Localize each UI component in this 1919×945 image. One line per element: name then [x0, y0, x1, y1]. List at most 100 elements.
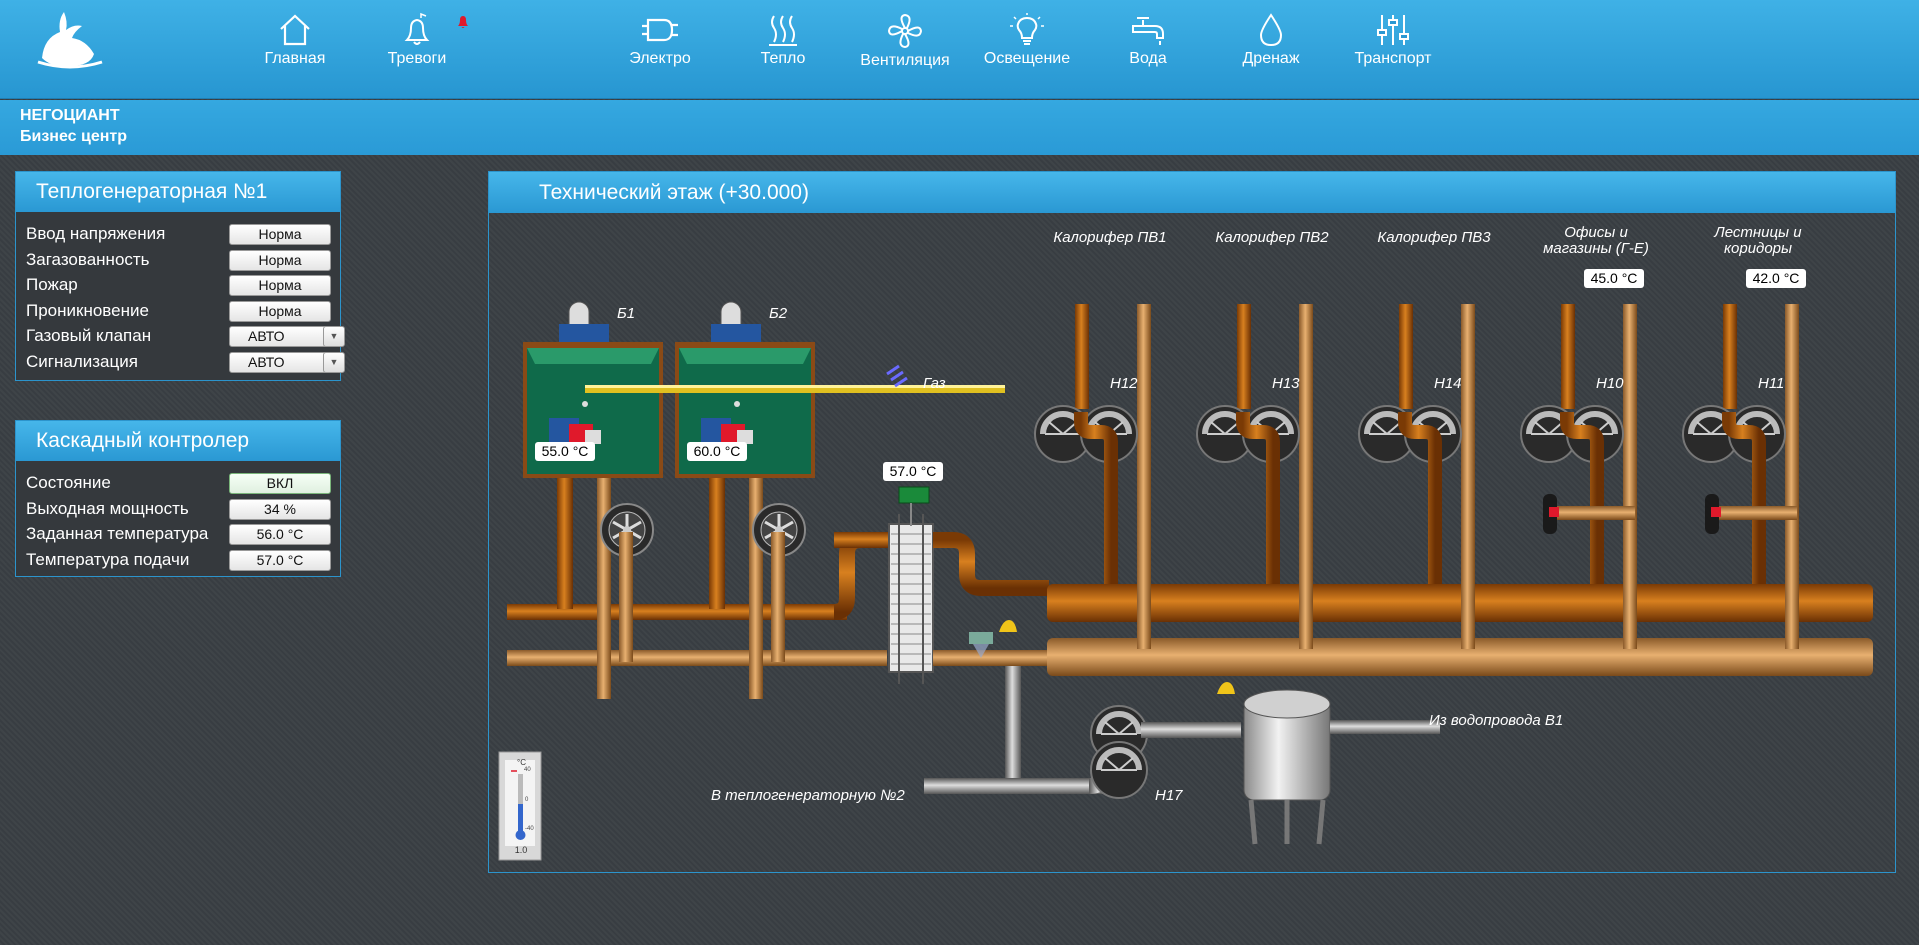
heat-icon — [769, 15, 797, 46]
plug-icon — [642, 18, 678, 42]
panel-title: Теплогенераторная №1 — [16, 172, 340, 212]
status-label: Выходная мощность — [26, 498, 189, 518]
nav-ventilation[interactable]: Вентиляция — [850, 10, 960, 80]
status-label: Проникновение — [26, 300, 149, 320]
status-row: Выходная мощность 34 % — [16, 496, 340, 522]
nav-electro[interactable]: Электро — [605, 10, 715, 80]
status-label: Сигнализация — [26, 351, 138, 371]
gas-valve-row: Газовый клапан АВТО ▼ — [16, 323, 345, 349]
status-value: Норма — [229, 224, 331, 245]
status-row: Температура подачи 57.0 °C — [16, 547, 340, 573]
makeup-pump-label: Н17 — [1155, 787, 1183, 804]
bell-icon — [404, 12, 430, 45]
nav-label: Тревоги — [387, 50, 447, 67]
consumer-label: магазины (Г-Е) — [1543, 240, 1649, 257]
thermometer-unit: °C — [517, 758, 526, 767]
nav-label: Освещение — [983, 50, 1071, 67]
alarm-indicator-icon — [458, 16, 468, 28]
heat-generator-panel: Теплогенераторная №1 Ввод напряжения Нор… — [15, 171, 345, 381]
status-value: Норма — [229, 300, 331, 322]
water-inlet-label: Из водопровода В1 — [1429, 712, 1564, 729]
location-bar — [0, 100, 1919, 155]
status-row: Состояние ВКЛ — [16, 470, 340, 496]
nav-label: Электро — [629, 50, 691, 67]
boiler-label: Б1 — [617, 305, 636, 322]
alarm-mode-select[interactable]: АВТО — [229, 351, 329, 373]
gas-label: Газ — [923, 375, 946, 392]
status-row: Проникновение Норма — [16, 298, 340, 324]
status-value: 56.0 °C — [229, 524, 331, 545]
status-value: 34 % — [229, 498, 331, 520]
nav-home[interactable]: Главная — [240, 10, 350, 80]
status-label: Загазованность — [26, 249, 150, 269]
status-label: Ввод напряжения — [26, 224, 166, 243]
status-row: Заданная температура 56.0 °C — [16, 521, 340, 547]
status-value: 57.0 °C — [229, 549, 331, 571]
pump-label: Н10 — [1596, 375, 1624, 392]
nav-label: Тепло — [760, 50, 806, 67]
thermometer-value: 1.0 — [514, 845, 528, 855]
status-value: Норма — [229, 249, 331, 271]
nav-transport[interactable]: Транспорт — [1338, 10, 1448, 80]
nav-water[interactable]: Вода — [1093, 10, 1203, 80]
status-value: Норма — [229, 275, 331, 296]
status-value: ВКЛ — [229, 473, 331, 494]
status-label: Пожар — [26, 275, 78, 294]
consumer-label: Калорифер ПВ1 — [1053, 229, 1167, 246]
chevron-down-icon[interactable]: ▼ — [323, 326, 345, 347]
boiler-temp-readout: 60.0 °C — [687, 442, 747, 461]
thermometer-tick: 40 — [524, 767, 531, 773]
status-label: Заданная температура — [26, 524, 209, 543]
fan-icon — [887, 13, 923, 49]
status-row: Загазованность Норма — [16, 247, 340, 273]
scheme-canvas — [498, 301, 1873, 861]
nav-label: Дренаж — [1242, 50, 1300, 67]
nav-label: Вентиляция — [860, 52, 950, 69]
thermometer-tick: 0 — [525, 797, 529, 803]
faucet-icon — [1132, 17, 1164, 45]
status-row: Пожар Норма — [16, 272, 340, 298]
cascade-controller-panel: Каскадный контролер Состояние ВКЛ Выходн… — [15, 420, 341, 577]
nav-label: Главная — [264, 50, 326, 67]
boiler-temp-readout: 55.0 °C — [535, 442, 595, 461]
alarm-mode-row: Сигнализация АВТО ▼ — [16, 349, 345, 375]
nav-lighting[interactable]: Освещение — [972, 10, 1082, 80]
consumer-label: Лестницы и — [1714, 224, 1802, 241]
status-label: Состояние — [26, 473, 111, 492]
pump-label: Н13 — [1272, 375, 1300, 392]
consumer-label: Офисы и — [1564, 224, 1628, 241]
consumer-temp-readout: 45.0 °C — [1584, 269, 1644, 288]
hx-temp-readout: 57.0 °C — [883, 462, 943, 481]
nav-label: Вода — [1129, 50, 1167, 67]
home-icon — [280, 14, 310, 46]
thermometer-widget — [498, 751, 542, 861]
status-label: Температура подачи — [26, 549, 190, 569]
scheme-title: Технический этаж (+30.000) — [539, 181, 809, 204]
logo-icon — [37, 12, 103, 69]
chevron-down-icon[interactable]: ▼ — [323, 351, 345, 373]
status-row: Ввод напряжения Норма — [16, 221, 340, 247]
consumer-label: коридоры — [1723, 240, 1793, 257]
thermometer-tick: -40 — [525, 826, 534, 832]
gas-valve-select[interactable]: АВТО — [229, 326, 329, 347]
consumer-temp-readout: 42.0 °C — [1746, 269, 1806, 288]
org-subtitle: Бизнес центр — [20, 128, 127, 145]
nav-heat[interactable]: Тепло — [728, 10, 838, 80]
panel-title: Каскадный контролер — [16, 421, 340, 461]
to-generator-2-label: В теплогенераторную №2 — [711, 787, 905, 804]
drop-icon — [1259, 13, 1283, 47]
pump-label: Н14 — [1434, 375, 1462, 392]
sliders-icon — [1377, 15, 1409, 45]
scheme-title-bar: Технический этаж (+30.000) — [489, 172, 1895, 213]
nav-label: Транспорт — [1354, 50, 1432, 67]
consumer-label: Калорифер ПВ3 — [1377, 229, 1491, 246]
consumer-label: Калорифер ПВ2 — [1215, 229, 1329, 246]
top-navigation-bar: Главная Тревоги Электро Тепло Вентиляция — [0, 0, 1919, 99]
technical-floor-scheme: Технический этаж (+30.000) Б1 Б2 55.0 °C… — [488, 171, 1896, 873]
org-name: НЕГОЦИАНТ — [20, 107, 120, 124]
bulb-icon — [1010, 13, 1044, 45]
status-label: Газовый клапан — [26, 326, 152, 345]
nav-drainage[interactable]: Дренаж — [1216, 10, 1326, 80]
pump-label: Н12 — [1110, 375, 1138, 392]
boiler-label: Б2 — [769, 305, 788, 322]
